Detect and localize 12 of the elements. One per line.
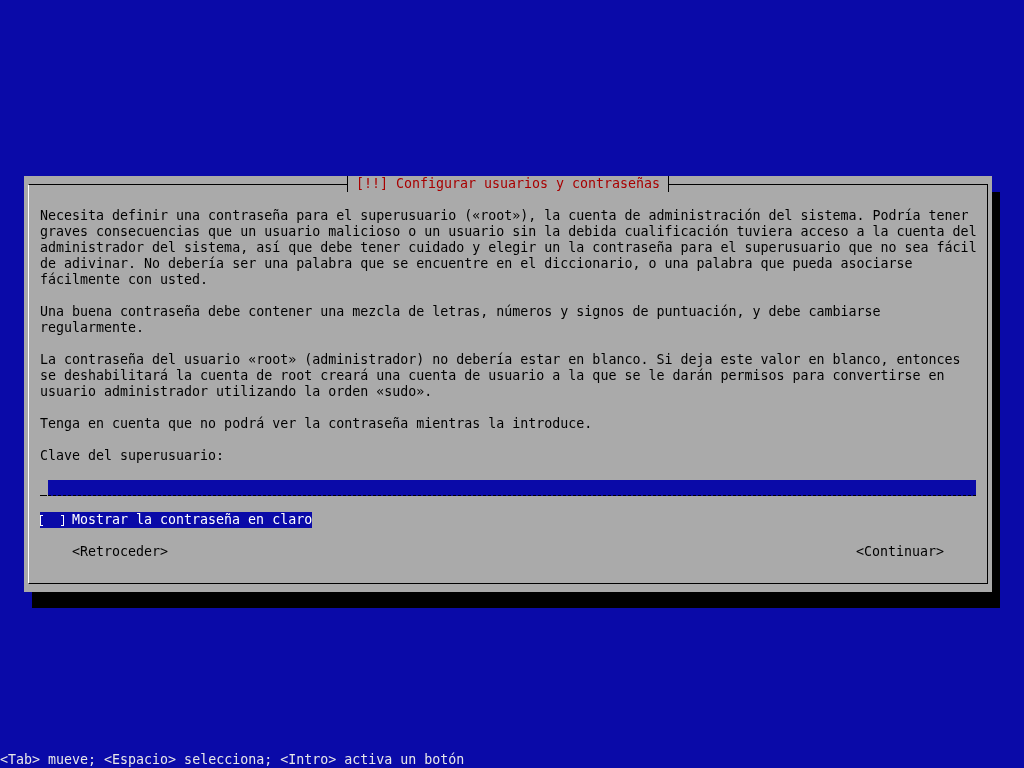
dialog-title: [!!] Configurar usuarios y contraseñas — [346, 176, 670, 192]
paragraph: Una buena contraseña debe contener una mezcla de letras, números y signos de puntuación, y debe cambiarse regularmente. — [40, 304, 882, 336]
password-field[interactable] — [48, 480, 976, 496]
paragraph: Necesita definir una contraseña para el superusuario («root»), la cuenta de administración del sistema. Podría tener graves consecuencias que un usuario malicioso o un usuario sin la debida cualificación tuviera acceso a la cuenta del administrador del sistema, así que debe tener cuidado y elegir un la contraseña para el superusuario que no sea fácil de adivinar. No debería ser una palabra que se encuentre en el diccionario, o una palabra que pueda asociarse fácilmente con usted. — [40, 208, 977, 288]
paragraph: La contraseña del usuario «root» (administrador) no debería estar en blanco. Si deja este valor en blanco, entonces se deshabilitará la cuenta de root creará una cuenta de usuario a la que se le darán permisos para convertirse en usuario administrador utilizando la orden «sudo». — [40, 352, 962, 400]
paragraph: Tenga en cuenta que no podrá ver la contraseña mientras la introduce. — [40, 416, 594, 432]
show-password-checkbox[interactable]: Mostrar la contraseña en claro — [40, 512, 313, 528]
text-cursor — [40, 495, 47, 496]
status-hint-text: <Tab> mueve; <Espacio> selecciona; <Intro> activa un botón — [0, 752, 465, 768]
field-label: Clave del superusuario: — [40, 448, 226, 464]
dialog-button[interactable]: <Retroceder> — [72, 544, 169, 560]
dialog-button[interactable]: <Continuar> — [855, 544, 944, 560]
